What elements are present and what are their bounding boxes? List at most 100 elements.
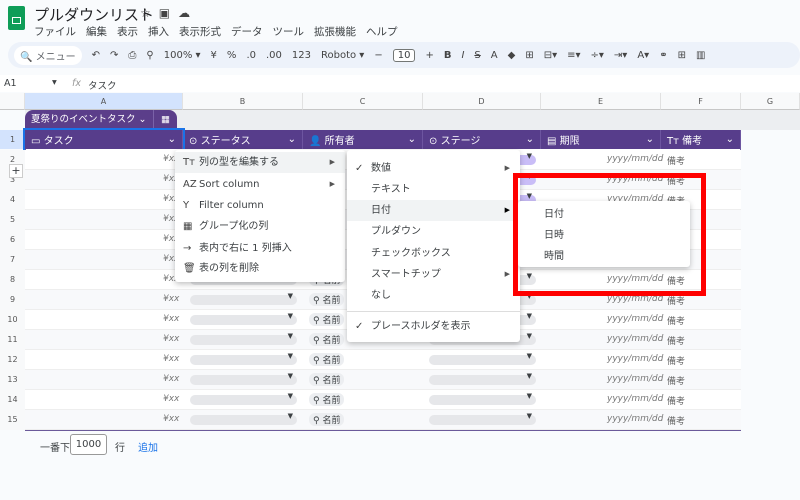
amount-placeholder[interactable]: ¥xx (163, 354, 179, 364)
bold-button[interactable]: B (444, 50, 452, 61)
valign-icon[interactable]: ÷▾ (591, 50, 604, 61)
folder-icon[interactable]: ▣ (159, 6, 178, 20)
menu-item-filter-column[interactable]: Y Filter column (175, 195, 345, 216)
date-placeholder[interactable]: yyyy/mm/dd (607, 354, 663, 364)
comment-icon[interactable]: ⊞ (678, 50, 686, 61)
type-none[interactable]: なし (347, 285, 520, 306)
chevron-down-icon[interactable]: ⌄ (646, 134, 654, 145)
sheets-logo[interactable] (8, 6, 25, 30)
type-text[interactable]: テキスト (347, 179, 520, 200)
table-menu-icon[interactable]: ▦ (153, 110, 177, 130)
doc-title[interactable]: プルダウンリスト (34, 4, 154, 25)
note-placeholder[interactable]: 備考 (667, 374, 685, 387)
menu-tools[interactable]: ツール (273, 24, 305, 39)
more-formats-button[interactable]: 123 (292, 50, 311, 61)
header-stage[interactable]: ⊙ ステージ ⌄ (423, 130, 541, 149)
note-placeholder[interactable]: 備考 (667, 414, 685, 427)
header-task[interactable]: ▭ タスク ⌄ (23, 128, 185, 151)
date-placeholder[interactable]: yyyy/mm/dd (607, 154, 663, 164)
stage-dropdown-chip[interactable]: ▼ (429, 392, 536, 405)
row-header[interactable]: 11 (0, 330, 25, 350)
chevron-down-icon[interactable]: ⌄ (726, 134, 734, 145)
column-header-d[interactable]: D (423, 93, 541, 110)
currency-button[interactable]: ¥ (211, 50, 217, 61)
zoom-select[interactable]: 100% ▾ (164, 50, 201, 61)
amount-placeholder[interactable]: ¥xx (163, 334, 179, 344)
amount-placeholder[interactable]: ¥xx (163, 414, 179, 424)
row-header[interactable]: 13 (0, 370, 25, 390)
column-header-f[interactable]: F (661, 93, 741, 110)
owner-chip[interactable]: ⚲ 名前 (309, 353, 345, 366)
menu-item-edit-column-type[interactable]: Tт 列の型を編集する ▶ (175, 152, 345, 173)
header-owner[interactable]: 👤 所有者 ⌄ (303, 130, 423, 149)
menu-data[interactable]: データ (231, 24, 263, 39)
font-size-increase[interactable]: + (425, 50, 433, 61)
redo-icon[interactable]: ↷ (110, 50, 118, 61)
row-header[interactable]: 10 (0, 310, 25, 330)
name-box-dropdown-icon[interactable]: ▾ (52, 77, 57, 88)
add-row-icon[interactable]: + (9, 164, 23, 178)
chevron-down-icon[interactable]: ⌄ (168, 134, 176, 145)
amount-placeholder[interactable]: ¥xx (163, 394, 179, 404)
star-icon[interactable]: ☆ (140, 6, 159, 20)
note-placeholder[interactable]: 備考 (667, 334, 685, 347)
owner-chip[interactable]: ⚲ 名前 (309, 293, 345, 306)
menu-edit[interactable]: 編集 (86, 24, 107, 39)
type-dropdown[interactable]: プルダウン (347, 221, 520, 242)
title-icons[interactable]: ☆▣☁ (140, 6, 198, 20)
row-header[interactable]: 8 (0, 270, 25, 290)
menu-file[interactable]: ファイル (34, 24, 76, 39)
undo-icon[interactable]: ↶ (92, 50, 100, 61)
type-date[interactable]: 日付 ▶ (347, 200, 520, 221)
owner-chip[interactable]: ⚲ 名前 (309, 413, 345, 426)
toggle-show-placeholder[interactable]: ✓ プレースホルダを表示 (347, 316, 520, 337)
row-header[interactable]: 6 (0, 230, 25, 250)
row-header[interactable]: 4 (0, 190, 25, 210)
font-size-decrease[interactable]: − (374, 50, 382, 61)
type-checkbox[interactable]: チェックボックス (347, 243, 520, 264)
header-due[interactable]: ▤ 期限 ⌄ (541, 130, 661, 149)
date-placeholder[interactable]: yyyy/mm/dd (607, 374, 663, 384)
header-status[interactable]: ⊙ ステータス ⌄ (183, 130, 303, 149)
owner-chip[interactable]: ⚲ 名前 (309, 313, 345, 326)
rotate-icon[interactable]: A▾ (637, 50, 649, 61)
row-header[interactable]: 14 (0, 390, 25, 410)
align-icon[interactable]: ≡▾ (567, 50, 580, 61)
add-rows-button[interactable]: 追加 (138, 439, 158, 454)
column-header-a[interactable]: A (25, 93, 183, 110)
stage-dropdown-chip[interactable]: ▼ (429, 412, 536, 425)
status-dropdown-chip[interactable]: ▼ (190, 372, 297, 385)
decrease-decimal-button[interactable]: .0 (246, 50, 256, 61)
row-header[interactable]: 15 (0, 410, 25, 430)
borders-icon[interactable]: ⊞ (525, 50, 533, 61)
status-dropdown-chip[interactable]: ▼ (190, 292, 297, 305)
font-select[interactable]: Roboto ▾ (321, 50, 364, 61)
row-header-1[interactable]: 1 (0, 130, 25, 149)
column-header-c[interactable]: C (303, 93, 423, 110)
chevron-down-icon[interactable]: ⌄ (526, 134, 534, 145)
text-color-button[interactable]: A (491, 50, 498, 61)
font-size-input[interactable]: 10 (392, 48, 416, 62)
column-header-e[interactable]: E (541, 93, 661, 110)
note-placeholder[interactable]: 備考 (667, 354, 685, 367)
select-all[interactable] (0, 93, 25, 110)
table-name-tab[interactable]: 夏祭りのイベントタスク ⌄ ▦ (25, 110, 177, 130)
print-icon[interactable]: ⎙ (128, 50, 136, 61)
date-placeholder[interactable]: yyyy/mm/dd (607, 314, 663, 324)
formula-input[interactable]: タスク (88, 78, 117, 92)
menu-search[interactable]: 🔍 メニュー (14, 45, 82, 65)
chevron-down-icon[interactable]: ⌄ (139, 114, 147, 125)
row-header[interactable]: 12 (0, 350, 25, 370)
chevron-down-icon[interactable]: ⌄ (408, 134, 416, 145)
paint-format-icon[interactable]: ⚲ (146, 50, 153, 61)
column-header-g[interactable]: G (741, 93, 800, 110)
row-header[interactable]: 5 (0, 210, 25, 230)
header-notes[interactable]: Tт 備考 ⌄ (661, 130, 741, 149)
amount-placeholder[interactable]: ¥xx (163, 294, 179, 304)
status-dropdown-chip[interactable]: ▼ (190, 392, 297, 405)
name-box[interactable]: A1 (4, 78, 17, 89)
chevron-down-icon[interactable]: ⌄ (288, 134, 296, 145)
status-dropdown-chip[interactable]: ▼ (190, 312, 297, 325)
owner-chip[interactable]: ⚲ 名前 (309, 373, 345, 386)
row-header[interactable]: 9 (0, 290, 25, 310)
